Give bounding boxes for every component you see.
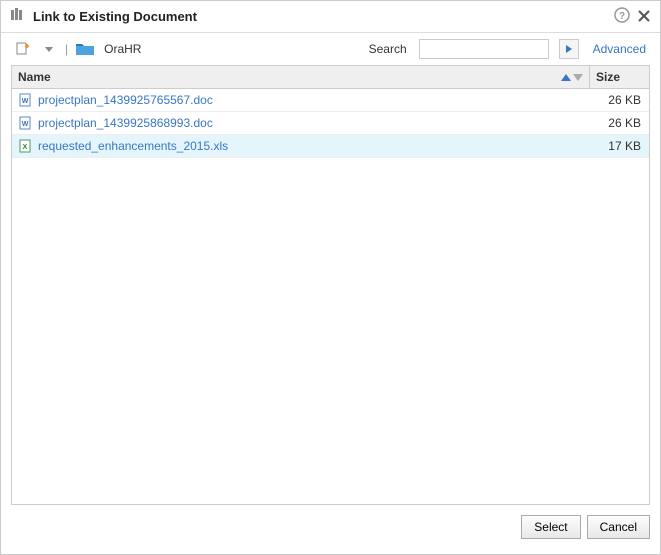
help-icon[interactable]: ? (614, 7, 630, 26)
dialog-icon (11, 8, 27, 25)
new-item-dropdown[interactable] (41, 43, 57, 55)
sort-ascending-icon[interactable] (561, 74, 571, 81)
close-icon[interactable] (638, 9, 650, 25)
table-header: Name Size (12, 66, 649, 89)
table-body: Wprojectplan_1439925765567.doc26 KBWproj… (12, 89, 649, 504)
table-row[interactable]: Wprojectplan_1439925868993.doc26 KB (12, 112, 649, 135)
column-header-size[interactable]: Size (589, 66, 649, 88)
sort-descending-icon[interactable] (573, 74, 583, 81)
file-name-link[interactable]: requested_enhancements_2015.xls (38, 139, 589, 153)
breadcrumb[interactable]: OraHR (104, 42, 141, 56)
search-label: Search (369, 42, 407, 56)
advanced-search-link[interactable]: Advanced (593, 42, 646, 56)
dialog-footer: Select Cancel (1, 505, 660, 549)
column-header-name[interactable]: Name (12, 66, 589, 88)
svg-text:W: W (22, 98, 29, 105)
svg-text:X: X (23, 144, 28, 151)
search-input[interactable] (419, 39, 549, 59)
file-size: 26 KB (589, 116, 643, 130)
file-name-link[interactable]: projectplan_1439925868993.doc (38, 116, 589, 130)
doc-file-icon: W (18, 93, 32, 107)
svg-text:?: ? (619, 11, 625, 22)
new-item-button[interactable] (11, 39, 35, 59)
file-table: Name Size Wprojectplan_1439925765567.doc… (11, 65, 650, 505)
table-row[interactable]: Wprojectplan_1439925765567.doc26 KB (12, 89, 649, 112)
table-row[interactable]: Xrequested_enhancements_2015.xls17 KB (12, 135, 649, 158)
column-header-size-label: Size (596, 70, 620, 84)
xls-file-icon: X (18, 139, 32, 153)
svg-text:W: W (22, 121, 29, 128)
search-go-button[interactable] (559, 39, 579, 59)
select-button[interactable]: Select (521, 515, 580, 539)
toolbar-separator: | (65, 42, 68, 56)
file-size: 26 KB (589, 93, 643, 107)
dialog-title: Link to Existing Document (33, 9, 606, 24)
column-header-name-label: Name (18, 70, 51, 84)
file-name-link[interactable]: projectplan_1439925765567.doc (38, 93, 589, 107)
titlebar: Link to Existing Document ? (1, 1, 660, 33)
doc-file-icon: W (18, 116, 32, 130)
folder-icon (76, 42, 94, 56)
cancel-button[interactable]: Cancel (587, 515, 650, 539)
file-size: 17 KB (589, 139, 643, 153)
toolbar: | OraHR Search Advanced (1, 33, 660, 65)
